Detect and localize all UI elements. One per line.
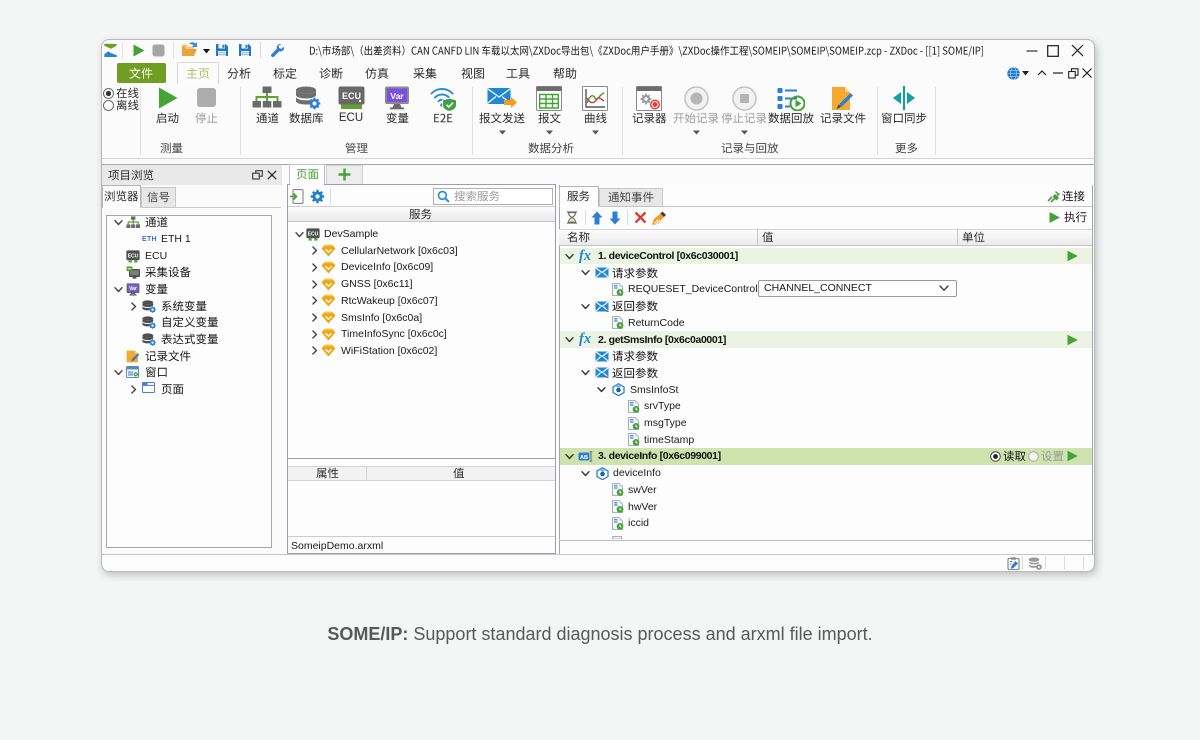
svg-text:ECU: ECU xyxy=(308,232,319,238)
svg-text:ECU: ECU xyxy=(128,254,139,260)
svg-text:Var: Var xyxy=(390,91,404,101)
svg-text:ECU: ECU xyxy=(342,91,361,101)
svg-text:Var: Var xyxy=(129,286,137,292)
svg-text:AB: AB xyxy=(580,455,588,461)
